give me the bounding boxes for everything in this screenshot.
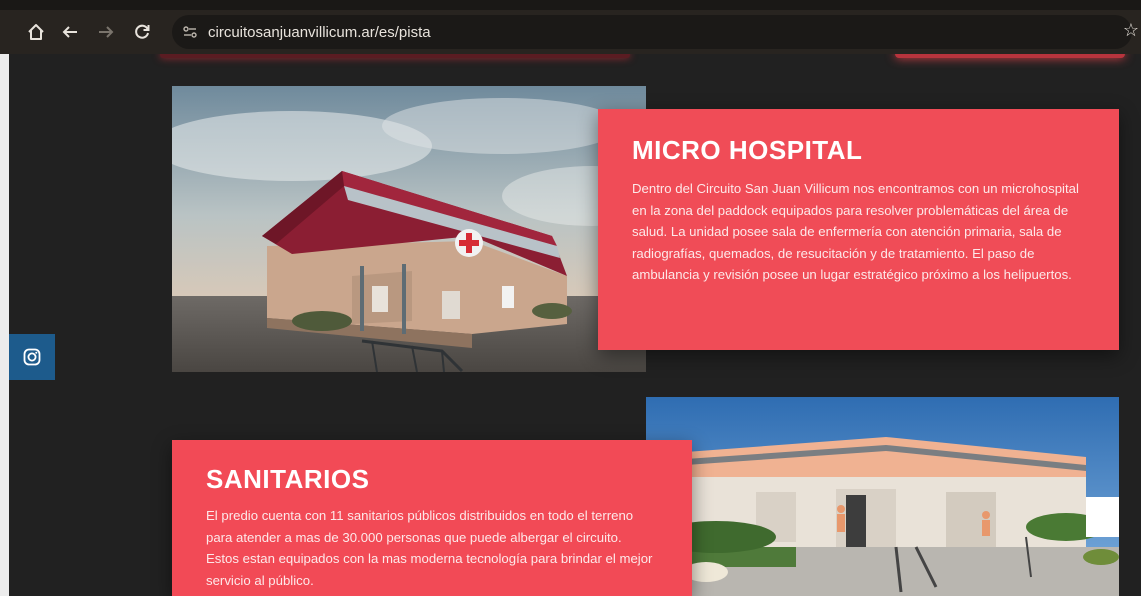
page-content: MICRO HOSPITAL Dentro del Circuito San J… <box>0 54 1141 596</box>
section-body: Dentro del Circuito San Juan Villicum no… <box>632 181 1079 283</box>
forward-arrow-icon[interactable] <box>90 16 122 48</box>
star-icon[interactable]: ☆ <box>1123 20 1139 41</box>
micro-hospital-photo <box>172 86 646 372</box>
section-body: El predio cuenta con 11 sanitarios públi… <box>206 508 653 588</box>
sanitarios-photo <box>646 397 1119 596</box>
browser-toolbar: circuitosanjuanvillicum.ar/es/pista ☆ <box>0 10 1141 54</box>
browser-window: circuitosanjuanvillicum.ar/es/pista ☆ MI… <box>0 0 1141 596</box>
address-bar[interactable]: circuitosanjuanvillicum.ar/es/pista <box>172 15 1132 49</box>
home-icon[interactable] <box>20 16 52 48</box>
window-edge <box>0 54 9 596</box>
tune-icon[interactable] <box>172 26 208 38</box>
reload-icon[interactable] <box>126 16 158 48</box>
back-arrow-icon[interactable] <box>54 16 86 48</box>
nav-button-glow[interactable] <box>895 54 1125 58</box>
sanitarios-card: SANITARIOS El predio cuenta con 11 sanit… <box>172 440 692 596</box>
micro-hospital-card: MICRO HOSPITAL Dentro del Circuito San J… <box>598 109 1119 350</box>
url-text[interactable]: circuitosanjuanvillicum.ar/es/pista <box>208 24 431 41</box>
nav-glow-bar <box>160 54 630 58</box>
section-title: SANITARIOS <box>206 464 370 494</box>
tab-strip <box>0 0 1141 10</box>
section-title: MICRO HOSPITAL <box>632 135 863 165</box>
instagram-icon[interactable] <box>9 334 55 380</box>
